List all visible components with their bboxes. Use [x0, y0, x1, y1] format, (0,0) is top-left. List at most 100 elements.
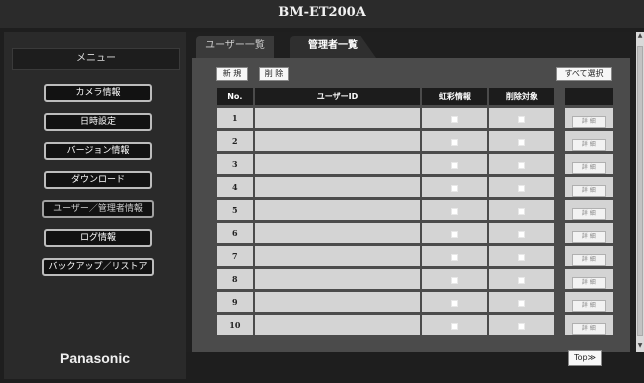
header-user-id: ユーザーID: [254, 88, 421, 105]
header-no: No.: [217, 88, 253, 105]
detail-button[interactable]: 詳 細: [571, 139, 606, 151]
delete-button[interactable]: 削 除: [259, 67, 289, 81]
iris-info-checkbox[interactable]: [451, 253, 459, 261]
row-number: 6: [217, 223, 253, 243]
delete-target-cell: [489, 246, 555, 266]
window-title: BM-ET200A: [0, 0, 644, 28]
menu-user-admin-button[interactable]: ユーザー／管理者情報: [42, 200, 154, 218]
vertical-scrollbar[interactable]: ▲ ▼: [636, 32, 644, 352]
detail-cell: 詳 細: [564, 315, 613, 335]
table-row: 3 詳 細: [217, 154, 613, 174]
iris-info-cell: [422, 246, 488, 266]
delete-target-cell: [489, 200, 555, 220]
delete-target-checkbox[interactable]: [518, 138, 526, 146]
triangle-down-icon[interactable]: ▼: [636, 342, 644, 350]
delete-target-checkbox[interactable]: [518, 276, 526, 284]
scroll-thumb[interactable]: [637, 46, 643, 336]
row-number: 8: [217, 269, 253, 289]
detail-button[interactable]: 詳 細: [571, 323, 606, 335]
delete-target-checkbox[interactable]: [518, 161, 526, 169]
detail-button[interactable]: 詳 細: [571, 277, 606, 289]
detail-button[interactable]: 詳 細: [571, 162, 606, 174]
user-id-cell: [254, 269, 421, 289]
tab-user-list[interactable]: ユーザー一覧: [196, 36, 274, 58]
row-number: 4: [217, 177, 253, 197]
header-detail: [564, 88, 613, 105]
table-row: 4 詳 細: [217, 177, 613, 197]
row-number: 9: [217, 292, 253, 312]
delete-target-checkbox[interactable]: [518, 322, 526, 330]
delete-target-checkbox[interactable]: [518, 253, 526, 261]
menu-download-button[interactable]: ダウンロード: [44, 171, 152, 189]
row-number: 3: [217, 154, 253, 174]
detail-cell: 詳 細: [564, 177, 613, 197]
menu-log-button[interactable]: ログ情報: [44, 229, 152, 247]
new-button[interactable]: 新 規: [216, 67, 248, 81]
iris-info-checkbox[interactable]: [451, 115, 459, 123]
detail-cell: 詳 細: [564, 154, 613, 174]
delete-target-cell: [489, 131, 555, 151]
iris-info-checkbox[interactable]: [451, 161, 459, 169]
detail-button[interactable]: 詳 細: [571, 300, 606, 312]
detail-cell: 詳 細: [564, 108, 613, 128]
delete-target-cell: [489, 292, 555, 312]
table-row: 8 詳 細: [217, 269, 613, 289]
user-id-cell: [254, 246, 421, 266]
row-number: 1: [217, 108, 253, 128]
detail-cell: 詳 細: [564, 269, 613, 289]
admin-table: No. ユーザーID 虹彩情報 削除対象 1 詳 細 2 詳 細 3 詳 細 4 詳 細 5 詳 …: [215, 85, 615, 338]
delete-target-cell: [489, 177, 555, 197]
iris-info-cell: [422, 200, 488, 220]
delete-target-checkbox[interactable]: [518, 230, 526, 238]
delete-target-checkbox[interactable]: [518, 184, 526, 192]
menu-backup-button[interactable]: バックアップ／リストア: [42, 258, 154, 276]
iris-info-cell: [422, 223, 488, 243]
row-number: 2: [217, 131, 253, 151]
menu-datetime-button[interactable]: 日時設定: [44, 113, 152, 131]
iris-info-cell: [422, 292, 488, 312]
row-number: 7: [217, 246, 253, 266]
tab-admin-list[interactable]: 管理者一覧: [290, 36, 376, 58]
iris-info-checkbox[interactable]: [451, 138, 459, 146]
top-button[interactable]: Top≫: [568, 350, 602, 366]
select-all-button[interactable]: すべて選択: [556, 67, 612, 81]
detail-button[interactable]: 詳 細: [571, 208, 606, 220]
delete-target-checkbox[interactable]: [518, 115, 526, 123]
iris-info-cell: [422, 269, 488, 289]
detail-cell: 詳 細: [564, 131, 613, 151]
delete-target-cell: [489, 315, 555, 335]
user-id-cell: [254, 154, 421, 174]
iris-info-checkbox[interactable]: [451, 207, 459, 215]
iris-info-checkbox[interactable]: [451, 230, 459, 238]
triangle-up-icon[interactable]: ▲: [636, 32, 644, 40]
user-id-cell: [254, 292, 421, 312]
delete-target-checkbox[interactable]: [518, 207, 526, 215]
delete-target-checkbox[interactable]: [518, 299, 526, 307]
table-row: 9 詳 細: [217, 292, 613, 312]
detail-button[interactable]: 詳 細: [571, 231, 606, 243]
iris-info-cell: [422, 154, 488, 174]
iris-info-checkbox[interactable]: [451, 322, 459, 330]
iris-info-checkbox[interactable]: [451, 299, 459, 307]
iris-info-cell: [422, 315, 488, 335]
menu-version-button[interactable]: バージョン情報: [44, 142, 152, 160]
menu-header: メニュー: [12, 48, 180, 70]
detail-cell: 詳 細: [564, 200, 613, 220]
detail-button[interactable]: 詳 細: [571, 116, 606, 128]
detail-button[interactable]: 詳 細: [571, 185, 606, 197]
table-header-row: No. ユーザーID 虹彩情報 削除対象: [217, 88, 613, 105]
table-row: 6 詳 細: [217, 223, 613, 243]
detail-button[interactable]: 詳 細: [571, 254, 606, 266]
detail-cell: 詳 細: [564, 246, 613, 266]
iris-info-cell: [422, 131, 488, 151]
header-iris-info: 虹彩情報: [422, 88, 488, 105]
iris-info-checkbox[interactable]: [451, 184, 459, 192]
user-id-cell: [254, 200, 421, 220]
iris-info-checkbox[interactable]: [451, 276, 459, 284]
panasonic-logo: Panasonic: [59, 350, 131, 366]
iris-info-cell: [422, 108, 488, 128]
table-row: 10 詳 細: [217, 315, 613, 335]
delete-target-cell: [489, 108, 555, 128]
user-id-cell: [254, 315, 421, 335]
menu-camera-info-button[interactable]: カメラ情報: [44, 84, 152, 102]
